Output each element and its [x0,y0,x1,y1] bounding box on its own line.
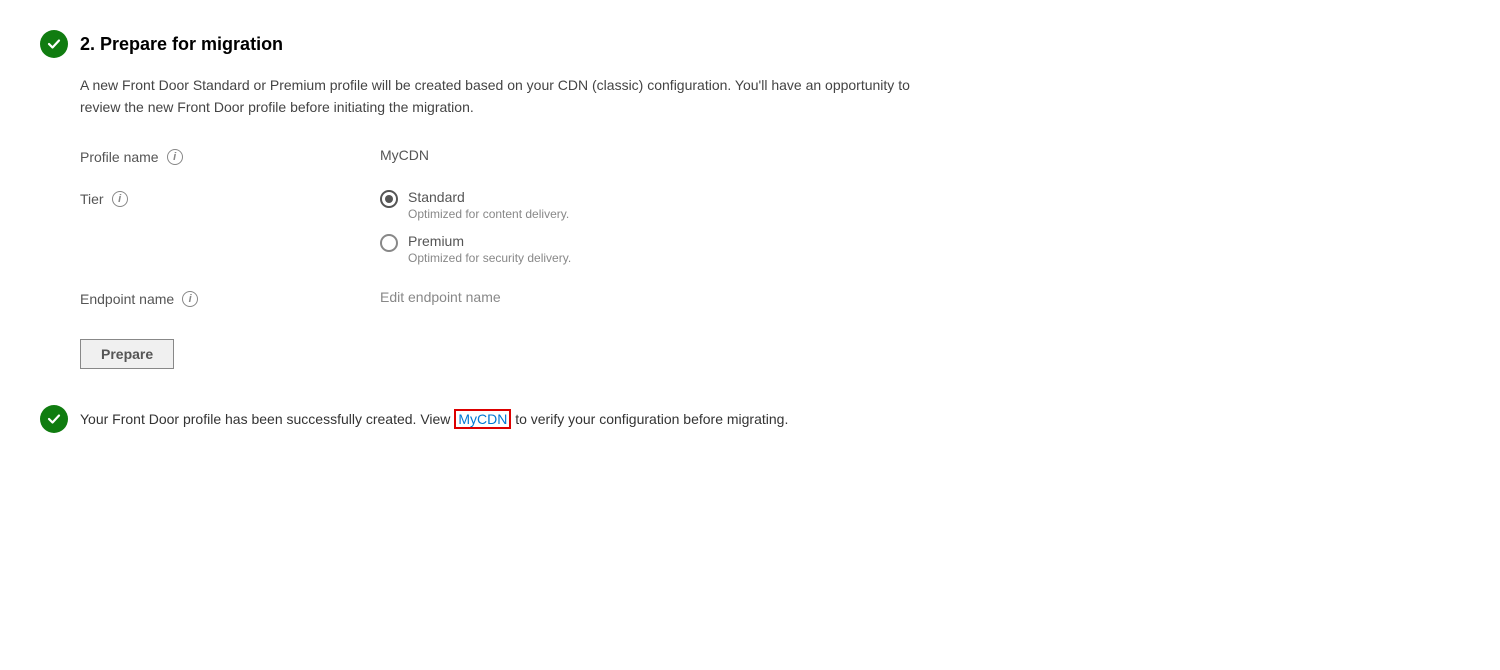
tier-premium-sublabel: Optimized for security delivery. [408,251,571,265]
endpoint-name-label: Endpoint name i [80,289,380,307]
endpoint-name-row: Endpoint name i Edit endpoint name [80,289,1460,307]
tier-option-premium[interactable]: Premium Optimized for security delivery. [380,233,571,265]
success-prefix: Your Front Door profile has been success… [80,411,450,427]
section-header: 2. Prepare for migration [40,30,1460,58]
tier-radio-standard[interactable] [380,190,398,208]
tier-radio-standard-inner [385,195,393,203]
tier-option-standard[interactable]: Standard Optimized for content delivery. [380,189,571,221]
success-check-icon [40,405,68,433]
success-bar: Your Front Door profile has been success… [40,405,1460,433]
prepare-button[interactable]: Prepare [80,339,174,369]
tier-standard-label: Standard [408,189,569,205]
profile-name-value: MyCDN [380,147,429,163]
section-description: A new Front Door Standard or Premium pro… [40,74,940,119]
endpoint-name-value[interactable]: Edit endpoint name [380,289,501,305]
step-check-icon [40,30,68,58]
tier-row: Tier i Standard Optimized for content de… [80,189,1460,265]
section-container: 2. Prepare for migration A new Front Doo… [40,30,1460,433]
tier-info-icon[interactable]: i [112,191,128,207]
profile-name-label: Profile name i [80,147,380,165]
section-title: 2. Prepare for migration [80,34,283,55]
form-area: Profile name i MyCDN Tier i Standard O [40,147,1460,397]
tier-standard-sublabel: Optimized for content delivery. [408,207,569,221]
tier-radio-premium[interactable] [380,234,398,252]
mycdn-link[interactable]: MyCDN [454,409,511,429]
success-suffix: to verify your configuration before migr… [515,411,788,427]
profile-name-row: Profile name i MyCDN [80,147,1460,165]
tier-label: Tier i [80,189,380,207]
tier-options: Standard Optimized for content delivery.… [380,189,571,265]
endpoint-name-info-icon[interactable]: i [182,291,198,307]
tier-premium-label: Premium [408,233,571,249]
success-text: Your Front Door profile has been success… [80,411,788,427]
profile-name-info-icon[interactable]: i [167,149,183,165]
